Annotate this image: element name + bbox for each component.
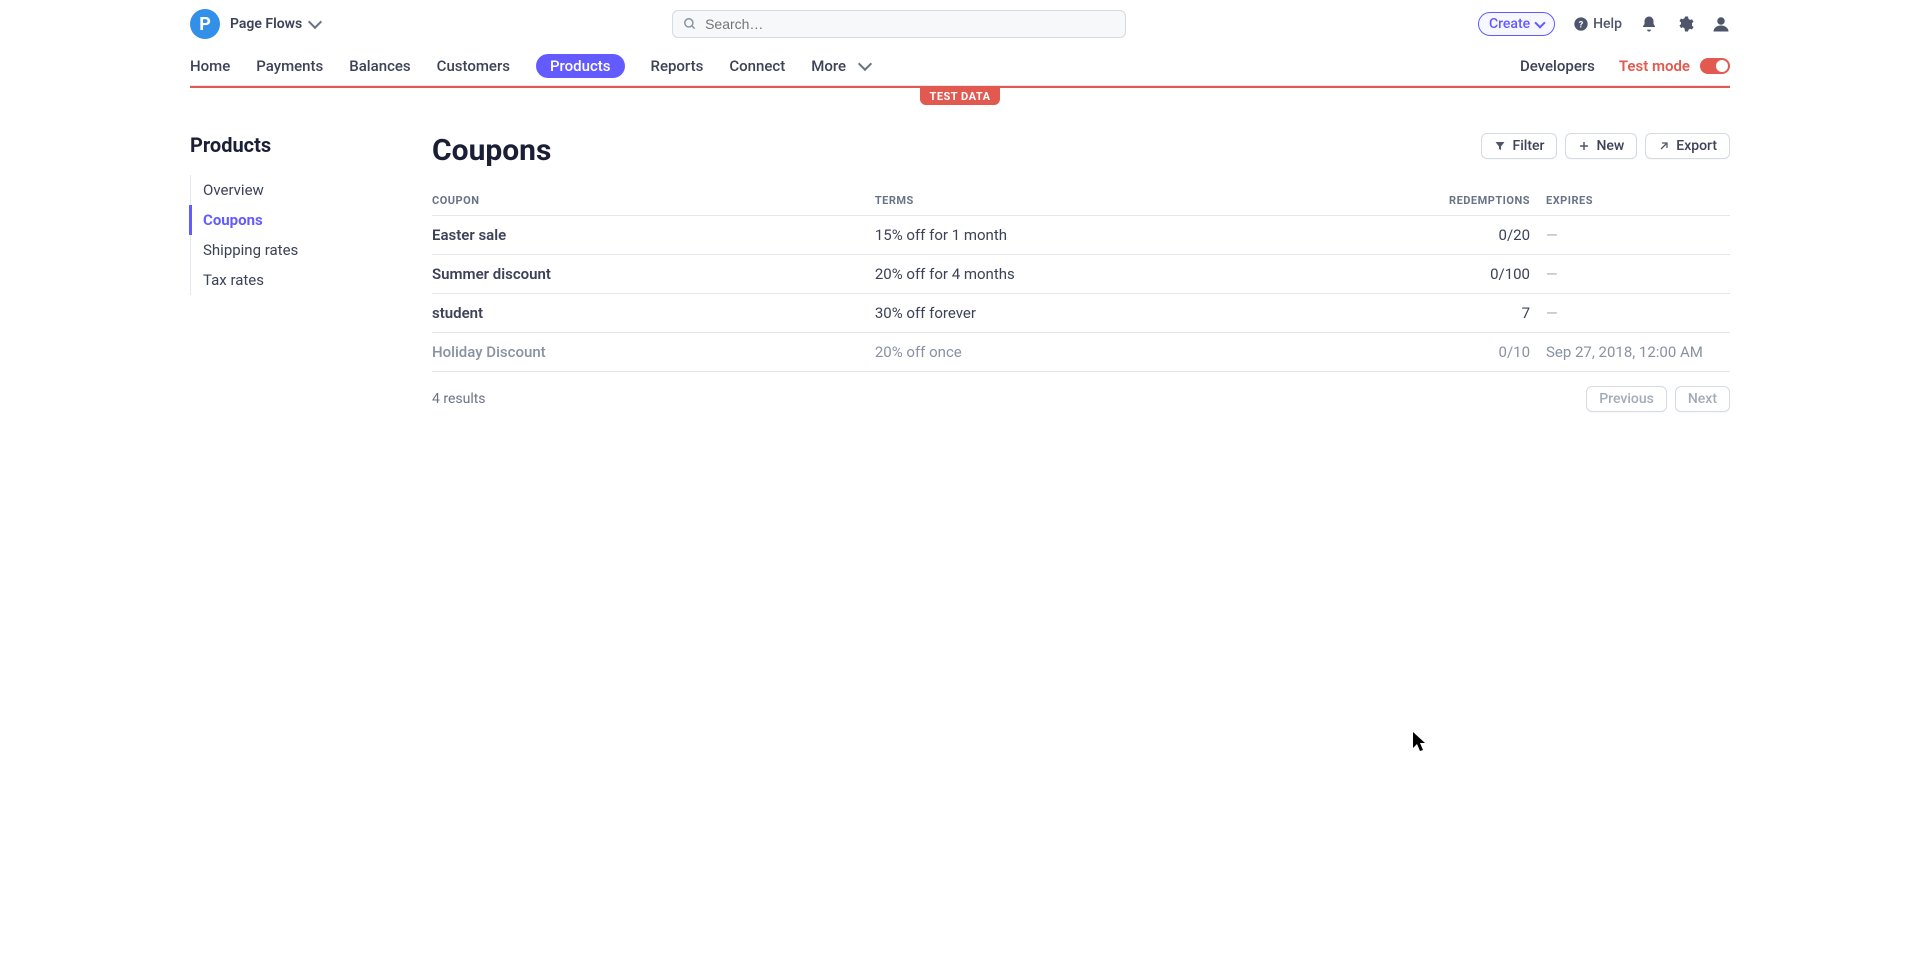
gear-icon [1676, 15, 1694, 33]
test-mode-toggle-wrap: Test mode [1619, 57, 1730, 75]
filter-icon [1494, 140, 1506, 152]
new-label: New [1596, 138, 1624, 154]
cell-terms: 30% off forever [875, 294, 1420, 333]
nav-item-balances[interactable]: Balances [349, 57, 410, 75]
cell-redemptions: 0/100 [1420, 255, 1530, 294]
filter-button[interactable]: Filter [1481, 133, 1557, 159]
plus-icon [1578, 140, 1590, 152]
previous-button[interactable]: Previous [1586, 386, 1667, 412]
cell-terms: 20% off once [875, 333, 1420, 372]
new-button[interactable]: New [1565, 133, 1637, 159]
sidebar-item-overview[interactable]: Overview [191, 175, 384, 205]
create-button[interactable]: Create [1478, 12, 1555, 36]
developers-link[interactable]: Developers [1520, 57, 1595, 75]
export-label: Export [1676, 138, 1717, 154]
test-mode-label: Test mode [1619, 57, 1690, 75]
test-data-tag-wrap: TEST DATA [0, 88, 1920, 105]
cell-expires: — [1530, 294, 1730, 333]
sidebar-item-shipping-rates[interactable]: Shipping rates [191, 235, 384, 265]
table-row[interactable]: Summer discount20% off for 4 months0/100… [432, 255, 1730, 294]
nav-item-reports[interactable]: Reports [651, 57, 704, 75]
table-row[interactable]: student30% off forever7— [432, 294, 1730, 333]
cell-terms: 15% off for 1 month [875, 216, 1420, 255]
search-input-wrap[interactable] [672, 10, 1126, 38]
main-content: Coupons Filter New Export [432, 133, 1730, 426]
col-expires[interactable]: EXPIRES [1530, 186, 1730, 216]
cell-redemptions: 0/10 [1420, 333, 1530, 372]
bell-icon [1640, 15, 1658, 33]
page-title: Coupons [432, 133, 551, 168]
table-row[interactable]: Holiday Discount20% off once0/10Sep 27, … [432, 333, 1730, 372]
cell-terms: 20% off for 4 months [875, 255, 1420, 294]
nav-item-payments[interactable]: Payments [256, 57, 323, 75]
chevron-down-icon [1534, 17, 1545, 28]
help-icon: ? [1573, 16, 1589, 32]
test-data-tag: TEST DATA [920, 88, 1001, 105]
sidebar-item-tax-rates[interactable]: Tax rates [191, 265, 384, 295]
help-link[interactable]: ? Help [1573, 16, 1622, 32]
nav-item-connect[interactable]: Connect [729, 57, 785, 75]
cell-expires: — [1530, 255, 1730, 294]
main-nav: Home Payments Balances Customers Products Rep… [190, 46, 1730, 86]
test-mode-switch[interactable] [1700, 58, 1730, 74]
results-count: 4 results [432, 391, 486, 407]
col-redemptions[interactable]: REDEMPTIONS [1420, 186, 1530, 216]
cell-coupon: student [432, 294, 875, 333]
search-input[interactable] [705, 16, 1115, 32]
coupons-table: COUPON TERMS REDEMPTIONS EXPIRES Easter … [432, 186, 1730, 372]
account-logo[interactable]: P [190, 9, 220, 39]
cell-redemptions: 0/20 [1420, 216, 1530, 255]
nav-item-customers[interactable]: Customers [437, 57, 510, 75]
search-icon [683, 17, 697, 31]
account-name[interactable]: Page Flows [230, 16, 302, 32]
cell-coupon: Holiday Discount [432, 333, 875, 372]
cell-coupon: Summer discount [432, 255, 875, 294]
sidebar-title: Products [190, 133, 384, 157]
cell-redemptions: 7 [1420, 294, 1530, 333]
sidebar-list: OverviewCouponsShipping ratesTax rates [190, 175, 384, 295]
next-button[interactable]: Next [1675, 386, 1730, 412]
filter-label: Filter [1512, 138, 1544, 154]
col-coupon[interactable]: COUPON [432, 186, 875, 216]
col-terms[interactable]: TERMS [875, 186, 1420, 216]
help-label: Help [1593, 16, 1622, 32]
settings-button[interactable] [1676, 15, 1694, 33]
table-row[interactable]: Easter sale15% off for 1 month0/20— [432, 216, 1730, 255]
sidebar: Products OverviewCouponsShipping ratesTa… [190, 133, 384, 426]
cell-coupon: Easter sale [432, 216, 875, 255]
nav-item-more[interactable]: More [811, 57, 870, 75]
chevron-down-icon [858, 56, 872, 70]
nav-item-products[interactable]: Products [536, 54, 625, 78]
export-button[interactable]: Export [1645, 133, 1730, 159]
nav-item-home[interactable]: Home [190, 57, 230, 75]
svg-text:?: ? [1579, 19, 1584, 30]
export-icon [1658, 140, 1670, 152]
user-icon [1712, 15, 1730, 33]
sidebar-item-coupons[interactable]: Coupons [189, 205, 384, 235]
topbar: P Page Flows Create ? Help [190, 0, 1730, 44]
mouse-cursor [1413, 732, 1427, 752]
create-label: Create [1489, 16, 1530, 32]
notifications-button[interactable] [1640, 15, 1658, 33]
cell-expires: — [1530, 216, 1730, 255]
cell-expires: Sep 27, 2018, 12:00 AM [1530, 333, 1730, 372]
profile-button[interactable] [1712, 15, 1730, 33]
